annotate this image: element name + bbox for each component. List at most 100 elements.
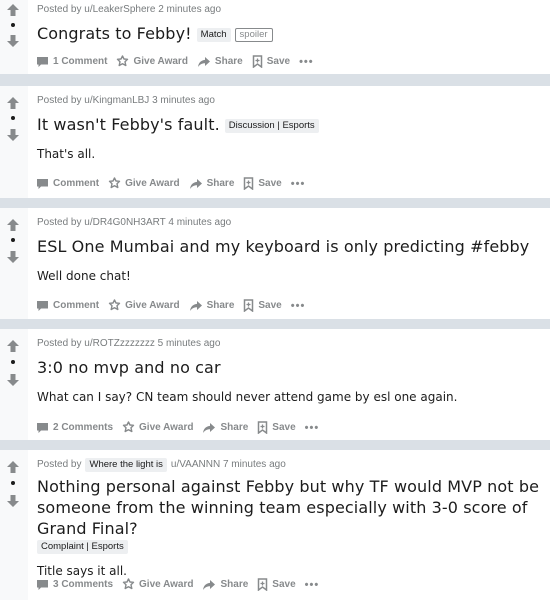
comments-button[interactable]: 3 Comments: [36, 579, 113, 591]
downvote-arrow-icon[interactable]: [6, 34, 20, 48]
give-award-button[interactable]: Give Award: [122, 578, 193, 591]
share-icon: [203, 579, 216, 590]
comment-icon: [37, 579, 48, 590]
posted-by-label: Posted by: [37, 217, 82, 228]
post-card[interactable]: Posted by u/KingmanLBJ 3 minutes ago It …: [0, 86, 550, 198]
share-label: Share: [214, 56, 243, 67]
post-flair[interactable]: Complaint | Esports: [37, 540, 128, 554]
comments-button[interactable]: Comment: [36, 300, 99, 312]
comment-icon: [37, 178, 48, 189]
post-flair[interactable]: Match: [196, 28, 231, 42]
comment-icon: [37, 300, 48, 311]
give-award-label: Give Award: [133, 56, 188, 67]
post-time: 7 minutes ago: [222, 459, 286, 470]
give-award-button[interactable]: Give Award: [108, 177, 180, 190]
post-meta: Posted by u/LeakerSphere 2 minutes ago: [37, 3, 544, 16]
share-icon: [189, 178, 202, 189]
save-button[interactable]: Save: [257, 421, 296, 434]
post-meta: Posted by u/KingmanLBJ 3 minutes ago: [37, 94, 544, 107]
save-label: Save: [272, 422, 296, 433]
more-options-icon[interactable]: •••: [305, 422, 320, 434]
give-award-button[interactable]: Give Award: [116, 55, 188, 68]
vote-column: [0, 0, 28, 74]
give-award-label: Give Award: [125, 300, 180, 311]
more-options-icon[interactable]: •••: [305, 579, 320, 591]
downvote-arrow-icon[interactable]: [6, 128, 20, 142]
comments-label: 3 Comments: [53, 579, 114, 590]
more-options-icon[interactable]: •••: [291, 178, 306, 190]
vote-column: [0, 329, 28, 440]
upvote-arrow-icon[interactable]: [6, 339, 20, 353]
vote-score-dot: [11, 360, 15, 364]
post-card[interactable]: Posted by Where the light is u/VAANNN 7 mi…: [0, 450, 550, 600]
more-options-icon[interactable]: •••: [299, 56, 314, 68]
post-title[interactable]: 3:0 no mvp and no car: [37, 358, 221, 377]
post-body: Title says it all.: [37, 564, 127, 578]
post-title[interactable]: It wasn't Febby's fault.: [37, 115, 220, 134]
post-time: 4 minutes ago: [168, 217, 232, 228]
upvote-arrow-icon[interactable]: [6, 460, 20, 474]
share-button[interactable]: Share: [202, 579, 248, 591]
save-icon: [244, 299, 254, 312]
post-card[interactable]: Posted by u/DR4G0NH3ART 4 minutes ago ES…: [0, 208, 550, 319]
give-award-button[interactable]: Give Award: [108, 299, 180, 312]
post-body: That's all.: [37, 147, 96, 161]
award-icon: [108, 299, 121, 311]
author-link[interactable]: u/KingmanLBJ: [84, 95, 149, 106]
comment-icon: [37, 422, 48, 433]
downvote-arrow-icon[interactable]: [6, 250, 20, 264]
share-button[interactable]: Share: [189, 178, 235, 190]
share-button[interactable]: Share: [189, 300, 235, 312]
post-actions: 2 Comments Give Award Share Save •••: [36, 421, 319, 434]
share-label: Share: [206, 300, 235, 311]
post-title[interactable]: ESL One Mumbai and my keyboard is only p…: [37, 237, 529, 256]
post-meta: Posted by Where the light is u/VAANNN 7 mi…: [37, 458, 544, 472]
post-title[interactable]: Nothing personal against Febby but why T…: [37, 477, 539, 538]
comments-label: 2 Comments: [53, 422, 114, 433]
more-options-icon[interactable]: •••: [291, 300, 306, 312]
author-link[interactable]: u/ROTZzzzzzzz: [84, 338, 155, 349]
share-label: Share: [220, 579, 249, 590]
comment-icon: [37, 56, 48, 67]
save-button[interactable]: Save: [252, 55, 290, 68]
save-button[interactable]: Save: [243, 299, 282, 312]
share-label: Share: [206, 178, 235, 189]
share-icon: [203, 422, 216, 433]
upvote-arrow-icon[interactable]: [6, 218, 20, 232]
upvote-arrow-icon[interactable]: [6, 96, 20, 110]
post-feed: Posted by u/LeakerSphere 2 minutes ago C…: [0, 0, 550, 600]
post-body: Well done chat!: [37, 269, 131, 283]
award-icon: [117, 55, 129, 67]
give-award-button[interactable]: Give Award: [122, 421, 193, 434]
author-link[interactable]: u/LeakerSphere: [84, 4, 155, 15]
give-award-label: Give Award: [125, 178, 180, 189]
vote-score-dot: [11, 116, 15, 120]
post-title[interactable]: Congrats to Febby!: [37, 24, 192, 43]
share-button[interactable]: Share: [197, 56, 243, 68]
downvote-arrow-icon[interactable]: [6, 494, 20, 508]
author-link[interactable]: u/VAANNN: [171, 459, 220, 470]
downvote-arrow-icon[interactable]: [6, 373, 20, 387]
share-button[interactable]: Share: [202, 422, 248, 434]
post-card[interactable]: Posted by u/ROTZzzzzzzz 5 minutes ago 3:…: [0, 329, 550, 440]
post-flair[interactable]: Discussion | Esports: [224, 119, 319, 133]
award-icon: [122, 578, 135, 590]
post-card[interactable]: Posted by u/LeakerSphere 2 minutes ago C…: [0, 0, 550, 74]
share-icon: [189, 300, 202, 311]
award-icon: [108, 177, 121, 189]
give-award-label: Give Award: [139, 579, 194, 590]
post-actions: 1 Comment Give Award Share Save •••: [36, 55, 314, 68]
post-actions: 3 Comments Give Award Share Save •••: [36, 578, 319, 591]
comments-button[interactable]: Comment: [36, 178, 99, 190]
save-button[interactable]: Save: [257, 578, 296, 591]
posted-by-label: Posted by: [37, 338, 82, 349]
save-label: Save: [266, 56, 291, 67]
save-icon: [258, 421, 268, 434]
save-label: Save: [272, 579, 296, 590]
save-button[interactable]: Save: [243, 177, 282, 190]
upvote-arrow-icon[interactable]: [6, 3, 20, 17]
author-link[interactable]: u/DR4G0NH3ART: [84, 217, 165, 228]
comments-button[interactable]: 1 Comment: [36, 56, 107, 68]
comments-button[interactable]: 2 Comments: [36, 422, 113, 434]
posted-by-label: Posted by: [37, 95, 82, 106]
